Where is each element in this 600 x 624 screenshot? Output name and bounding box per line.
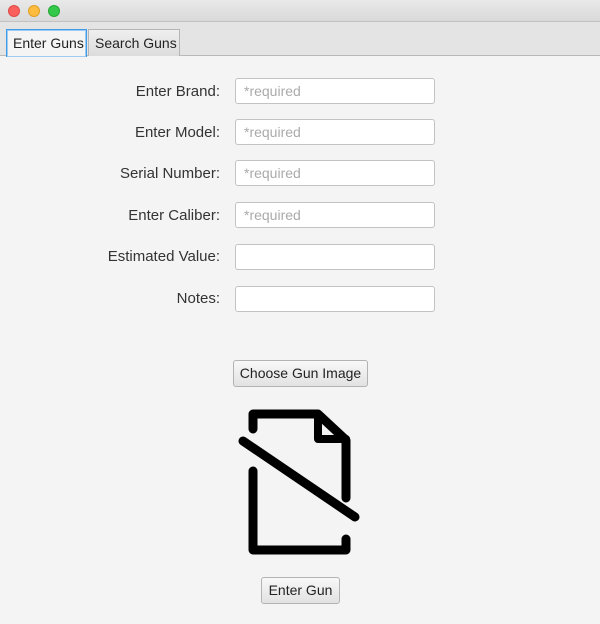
model-label: Enter Model: [134, 124, 220, 141]
choose-gun-image-button[interactable]: Choose Gun Image [233, 360, 368, 387]
minimize-window-button[interactable] [28, 5, 40, 17]
serial-number-input[interactable] [235, 160, 435, 186]
close-window-button[interactable] [8, 5, 20, 17]
enter-gun-button[interactable]: Enter Gun [261, 577, 340, 604]
model-input[interactable] [235, 119, 435, 145]
tab-search-guns[interactable]: Search Guns [88, 29, 180, 56]
caliber-label: Enter Caliber: [128, 207, 220, 224]
maximize-window-button[interactable] [48, 5, 60, 17]
tab-enter-guns[interactable]: Enter Guns [6, 29, 87, 57]
notes-label: Notes: [176, 290, 220, 307]
title-bar [0, 0, 600, 22]
estimated-value-input[interactable] [235, 244, 435, 270]
estimated-value-label: Estimated Value: [107, 248, 220, 265]
caliber-input[interactable] [235, 202, 435, 228]
no-image-icon [238, 409, 360, 555]
brand-label: Enter Brand: [135, 83, 220, 100]
brand-input[interactable] [235, 78, 435, 104]
tab-bar: Enter Guns Search Guns [0, 22, 600, 57]
gun-image-preview [233, 403, 373, 558]
notes-input[interactable] [235, 286, 435, 312]
serial-number-label: Serial Number: [119, 165, 220, 182]
app-window: Enter Guns Search Guns Enter Brand: Ente… [0, 0, 600, 624]
